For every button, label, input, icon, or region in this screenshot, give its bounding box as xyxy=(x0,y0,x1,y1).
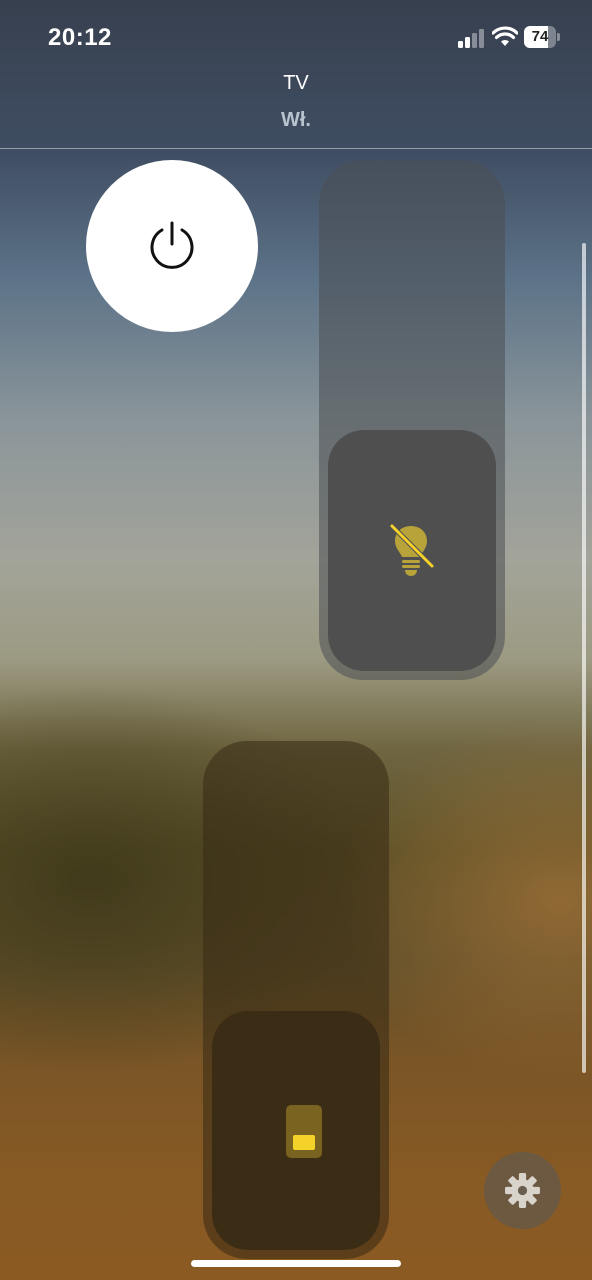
light-slider-level xyxy=(328,430,496,671)
status-time: 20:12 xyxy=(48,24,112,51)
power-icon xyxy=(150,221,194,269)
scrollbar[interactable] xyxy=(582,243,586,1073)
accessory-status: Wł. xyxy=(281,109,311,131)
light-brightness-slider[interactable] xyxy=(319,160,505,680)
battery-icon: 74 xyxy=(524,26,560,48)
gear-icon xyxy=(505,1173,540,1208)
accessory-title: TV xyxy=(283,72,309,94)
wifi-icon xyxy=(491,26,519,48)
tv-icon xyxy=(286,1105,322,1158)
home-indicator[interactable] xyxy=(191,1260,401,1267)
header-divider xyxy=(0,148,592,149)
power-button[interactable] xyxy=(86,160,258,332)
settings-button[interactable] xyxy=(484,1152,561,1229)
tv-slider-level xyxy=(212,1011,380,1250)
lightbulb-off-icon xyxy=(389,523,435,576)
tv-slider[interactable] xyxy=(203,741,389,1259)
battery-percentage: 74 xyxy=(531,28,549,45)
status-bar: 20:12 74 xyxy=(0,0,592,70)
cellular-signal-icon xyxy=(458,28,486,48)
